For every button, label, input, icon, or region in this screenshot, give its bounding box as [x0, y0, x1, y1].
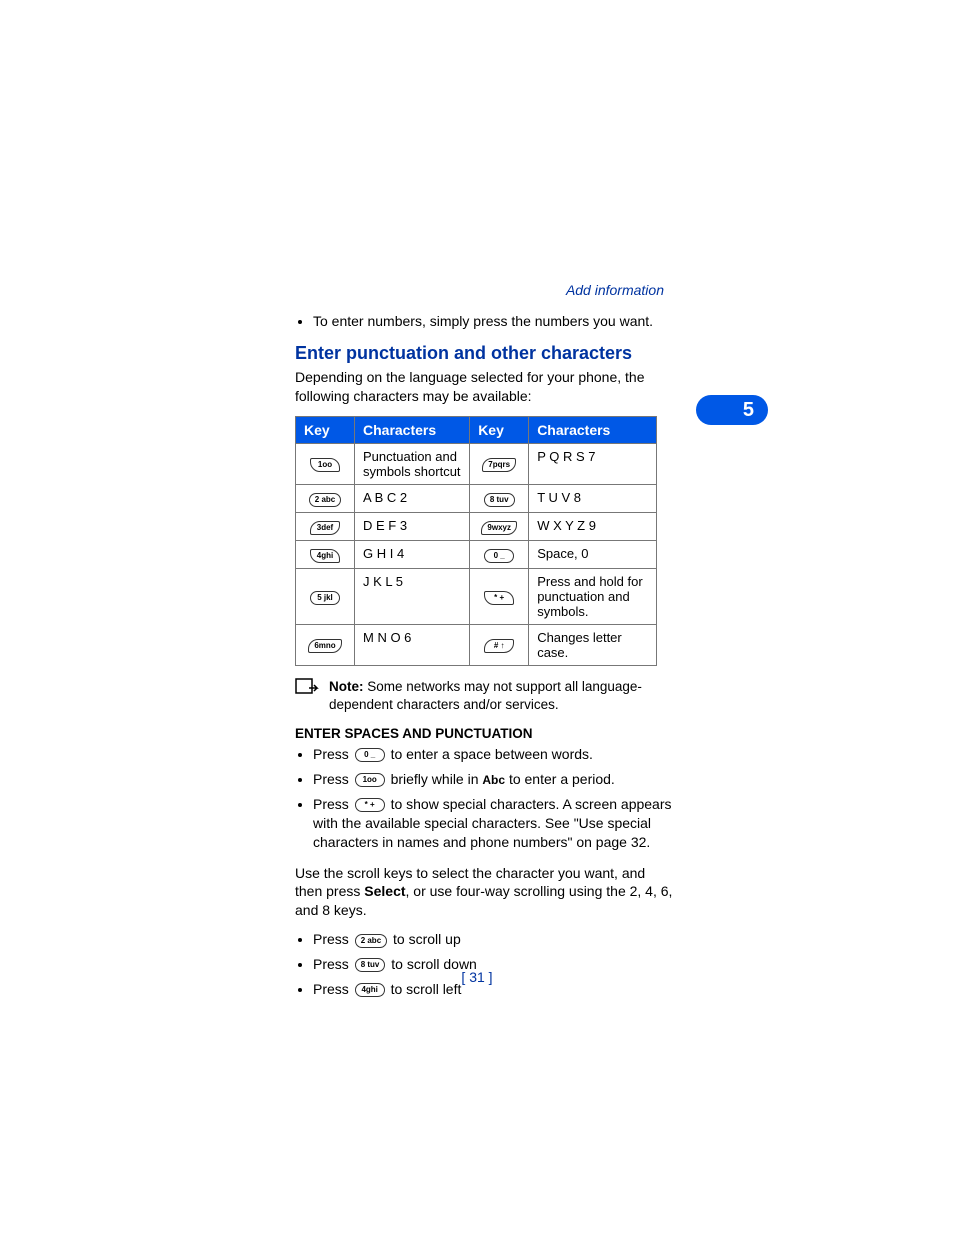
key-0-icon: 0 _ — [484, 549, 514, 563]
table-row: 3def D E F 3 9wxyz W X Y Z 9 — [296, 512, 657, 540]
key-9-icon: 9wxyz — [481, 521, 517, 535]
th-key-1: Key — [296, 416, 355, 443]
chars-cell: P Q R S 7 — [529, 443, 657, 484]
key-1-icon: 1oo — [310, 458, 340, 472]
chars-cell: J K L 5 — [355, 568, 470, 624]
table-row: 6mno M N O 6 # ↑ Changes letter case. — [296, 624, 657, 665]
text: Press — [313, 771, 353, 787]
note-body: Some networks may not support all langua… — [329, 679, 642, 712]
chars-cell: M N O 6 — [355, 624, 470, 665]
key-5-icon: 5 jkl — [310, 591, 340, 605]
intro-list: To enter numbers, simply press the numbe… — [295, 312, 675, 331]
text: Press — [313, 746, 353, 762]
th-key-2: Key — [470, 416, 529, 443]
text: Press — [313, 931, 353, 947]
key-hash-icon: # ↑ — [484, 639, 514, 653]
key-star-inline-icon: * + — [355, 798, 385, 812]
chars-cell: Space, 0 — [529, 540, 657, 568]
key-7-icon: 7pqrs — [482, 458, 516, 472]
chars-cell: Changes letter case. — [529, 624, 657, 665]
key-2-inline-icon: 2 abc — [355, 934, 387, 948]
select-label: Select — [364, 883, 405, 899]
spaces-bullet-3: Press * + to show special characters. A … — [313, 795, 675, 852]
page-number: [ 31 ] — [0, 969, 954, 985]
chars-cell: A B C 2 — [355, 484, 470, 512]
th-chars-2: Characters — [529, 416, 657, 443]
text: to enter a space between words. — [387, 746, 593, 762]
abc-mode-icon: Abc — [482, 773, 505, 787]
table-row: 5 jkl J K L 5 * + Press and hold for pun… — [296, 568, 657, 624]
text: Press — [313, 796, 353, 812]
th-chars-1: Characters — [355, 416, 470, 443]
table-row: 2 abc A B C 2 8 tuv T U V 8 — [296, 484, 657, 512]
text: briefly while in — [387, 771, 483, 787]
note-text: Note: Some networks may not support all … — [329, 678, 675, 714]
chapter-tab: 5 — [696, 395, 768, 425]
note-label: Note: — [329, 679, 364, 694]
key-star-icon: * + — [484, 591, 514, 605]
chars-cell: T U V 8 — [529, 484, 657, 512]
table-row: 4ghi G H I 4 0 _ Space, 0 — [296, 540, 657, 568]
key-3-icon: 3def — [310, 521, 340, 535]
chars-cell: D E F 3 — [355, 512, 470, 540]
key-1-inline-icon: 1oo — [355, 773, 385, 787]
chars-cell: Punctuation and symbols shortcut — [355, 443, 470, 484]
key-2-icon: 2 abc — [309, 493, 341, 507]
key-0-inline-icon: 0 _ — [355, 748, 385, 762]
key-8-icon: 8 tuv — [484, 493, 515, 507]
spaces-heading: ENTER SPACES AND PUNCTUATION — [295, 726, 675, 741]
text: to enter a period. — [505, 771, 615, 787]
page-content: To enter numbers, simply press the numbe… — [295, 312, 675, 1011]
spaces-list: Press 0 _ to enter a space between words… — [295, 745, 675, 851]
table-row: 1oo Punctuation and symbols shortcut 7pq… — [296, 443, 657, 484]
chars-cell: W X Y Z 9 — [529, 512, 657, 540]
spaces-bullet-2: Press 1oo briefly while in Abc to enter … — [313, 770, 675, 789]
scroll-intro: Use the scroll keys to select the charac… — [295, 864, 675, 921]
intro-bullet: To enter numbers, simply press the numbe… — [313, 312, 675, 331]
section-intro: Depending on the language selected for y… — [295, 368, 675, 406]
note-block: Note: Some networks may not support all … — [295, 678, 675, 714]
chars-cell: Press and hold for punctuation and symbo… — [529, 568, 657, 624]
spaces-bullet-1: Press 0 _ to enter a space between words… — [313, 745, 675, 764]
section-heading: Enter punctuation and other characters — [295, 343, 675, 364]
key-6-icon: 6mno — [308, 639, 341, 653]
header-section-link[interactable]: Add information — [566, 282, 664, 298]
scroll-list: Press 2 abc to scroll up Press 8 tuv to … — [295, 930, 675, 999]
chars-cell: G H I 4 — [355, 540, 470, 568]
scroll-bullet-1: Press 2 abc to scroll up — [313, 930, 675, 949]
characters-table: Key Characters Key Characters 1oo Punctu… — [295, 416, 657, 666]
note-icon — [295, 678, 321, 701]
key-4-inline-icon: 4ghi — [355, 983, 385, 997]
text: to scroll up — [389, 931, 461, 947]
key-4-icon: 4ghi — [310, 549, 340, 563]
